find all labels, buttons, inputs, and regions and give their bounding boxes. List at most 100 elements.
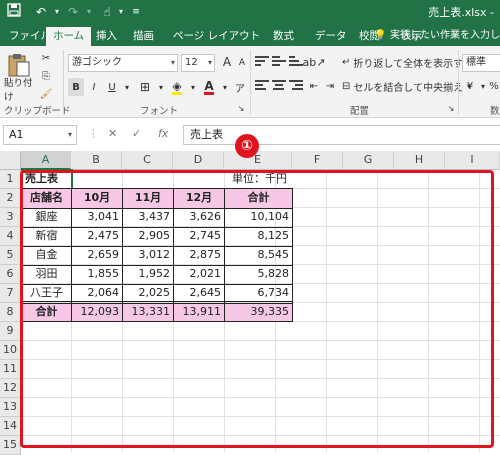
font-size-select[interactable]: 12 ▾ — [181, 54, 215, 72]
row-header-15[interactable]: 15 — [0, 436, 21, 455]
chevron-down-icon[interactable]: ▾ — [156, 78, 166, 96]
header-cell[interactable]: 合計 — [225, 189, 292, 208]
store-name-cell[interactable]: 新宿 — [22, 227, 71, 246]
tab-formulas[interactable]: 数式 — [266, 27, 301, 46]
touch-mode-icon[interactable]: ☝ — [98, 3, 116, 21]
value-cell[interactable]: 2,475 — [72, 227, 122, 246]
align-right-icon[interactable] — [288, 78, 304, 94]
copy-icon[interactable]: ⎘ — [38, 68, 54, 84]
value-cell[interactable]: 10,104 — [225, 208, 292, 227]
phonetic-icon[interactable]: ア — [232, 78, 248, 96]
column-header-h[interactable]: H — [394, 151, 445, 170]
value-cell[interactable]: 2,875 — [174, 246, 224, 265]
column-header-a[interactable]: A — [21, 151, 71, 170]
currency-icon[interactable]: ¥ — [462, 78, 478, 94]
total-value-cell[interactable]: 12,093 — [72, 303, 122, 322]
value-cell[interactable]: 2,645 — [174, 284, 224, 303]
tab-insert[interactable]: 挿入 — [89, 27, 124, 46]
unit-cell[interactable]: 単位：千円 — [224, 170, 290, 189]
column-header-b[interactable]: B — [71, 151, 122, 170]
redo-icon[interactable]: ↷ — [64, 3, 82, 21]
value-cell[interactable]: 3,626 — [174, 208, 224, 227]
enter-icon[interactable]: ✓ — [132, 127, 141, 140]
indent-increase-icon[interactable]: ⇥ — [322, 78, 338, 94]
total-value-cell[interactable]: 39,335 — [225, 303, 292, 322]
format-painter-icon[interactable]: 🖌 — [38, 86, 54, 102]
name-box[interactable]: A1 ▾ — [3, 125, 77, 145]
cut-icon[interactable]: ✂ — [38, 50, 54, 66]
save-icon[interactable] — [6, 3, 22, 21]
align-left-icon[interactable] — [254, 78, 270, 94]
store-name-cell[interactable]: 羽田 — [22, 265, 71, 284]
tab-home[interactable]: ホーム — [46, 27, 92, 46]
bold-button[interactable]: B — [68, 78, 84, 96]
total-value-cell[interactable]: 13,911 — [174, 303, 224, 322]
sheet-title-cell[interactable]: 売上表 — [22, 170, 71, 189]
column-header-c[interactable]: C — [122, 151, 173, 170]
total-value-cell[interactable]: 13,331 — [123, 303, 173, 322]
decrease-font-icon[interactable]: A — [236, 56, 248, 70]
chevron-down-icon[interactable]: ▾ — [188, 78, 198, 96]
value-cell[interactable]: 2,745 — [174, 227, 224, 246]
column-header-f[interactable]: F — [292, 151, 343, 170]
column-header-e[interactable]: E — [224, 151, 292, 170]
row-header-13[interactable]: 13 — [0, 398, 21, 417]
header-cell[interactable]: 10月 — [72, 189, 122, 208]
header-cell[interactable]: 11月 — [123, 189, 173, 208]
select-all-corner[interactable] — [0, 151, 21, 170]
value-cell[interactable]: 6,734 — [225, 284, 292, 303]
column-header-i[interactable]: I — [445, 151, 500, 170]
row-header-10[interactable]: 10 — [0, 341, 21, 360]
underline-button[interactable]: U — [104, 78, 120, 96]
value-cell[interactable]: 5,828 — [225, 265, 292, 284]
column-header-g[interactable]: G — [343, 151, 394, 170]
value-cell[interactable]: 1,952 — [123, 265, 173, 284]
value-cell[interactable]: 2,021 — [174, 265, 224, 284]
row-header-1[interactable]: 1 — [0, 170, 21, 189]
font-color-icon[interactable]: A — [200, 78, 218, 96]
undo-dropdown-icon[interactable]: ▾ — [52, 3, 62, 21]
value-cell[interactable]: 3,041 — [72, 208, 122, 227]
tell-me-box[interactable]: 💡 実行したい作業を入力し — [374, 27, 500, 45]
tab-page-layout[interactable]: ページ レイアウト — [166, 27, 267, 46]
store-name-cell[interactable]: 銀座 — [22, 208, 71, 227]
undo-icon[interactable]: ↶ — [32, 3, 50, 21]
orientation-icon[interactable]: ab↗ — [303, 54, 326, 70]
row-header-9[interactable]: 9 — [0, 322, 21, 341]
value-cell[interactable]: 2,905 — [123, 227, 173, 246]
row-header-4[interactable]: 4 — [0, 227, 21, 246]
percent-icon[interactable]: % — [488, 78, 500, 94]
borders-icon[interactable]: ⊞ — [136, 78, 154, 96]
cancel-icon[interactable]: ✕ — [108, 127, 117, 140]
row-header-14[interactable]: 14 — [0, 417, 21, 436]
value-cell[interactable]: 2,659 — [72, 246, 122, 265]
row-header-8[interactable]: 8 — [0, 303, 21, 322]
tab-data[interactable]: データ — [308, 27, 354, 46]
column-header-d[interactable]: D — [173, 151, 224, 170]
fill-color-icon[interactable]: ◈ — [168, 78, 186, 96]
value-cell[interactable]: 8,545 — [225, 246, 292, 265]
value-cell[interactable]: 3,437 — [123, 208, 173, 227]
touch-dropdown-icon[interactable]: ▾ — [116, 3, 126, 21]
value-cell[interactable]: 3,012 — [123, 246, 173, 265]
row-header-12[interactable]: 12 — [0, 379, 21, 398]
merge-center-button[interactable]: ⊟ セルを結合して中央揃え ▾ — [342, 78, 471, 94]
tab-draw[interactable]: 描画 — [126, 27, 161, 46]
redo-dropdown-icon[interactable]: ▾ — [84, 3, 94, 21]
store-name-cell[interactable]: 八王子 — [22, 284, 71, 303]
value-cell[interactable]: 2,064 — [72, 284, 122, 303]
row-header-7[interactable]: 7 — [0, 284, 21, 303]
formula-input[interactable]: 売上表 — [183, 125, 500, 145]
header-cell[interactable]: 店舗名 — [22, 189, 71, 208]
dialog-launcher-icon[interactable]: ↘ — [236, 102, 246, 114]
wrap-text-button[interactable]: ↵ 折り返して全体を表示する — [342, 54, 473, 70]
align-middle-icon[interactable] — [271, 54, 287, 70]
value-cell[interactable]: 2,025 — [123, 284, 173, 303]
value-cell[interactable]: 8,125 — [225, 227, 292, 246]
chevron-down-icon[interactable]: ▾ — [122, 78, 132, 96]
row-header-6[interactable]: 6 — [0, 265, 21, 284]
row-header-2[interactable]: 2 — [0, 189, 21, 208]
chevron-down-icon[interactable]: ▾ — [220, 78, 230, 96]
row-header-5[interactable]: 5 — [0, 246, 21, 265]
total-label-cell[interactable]: 合計 — [22, 303, 71, 322]
